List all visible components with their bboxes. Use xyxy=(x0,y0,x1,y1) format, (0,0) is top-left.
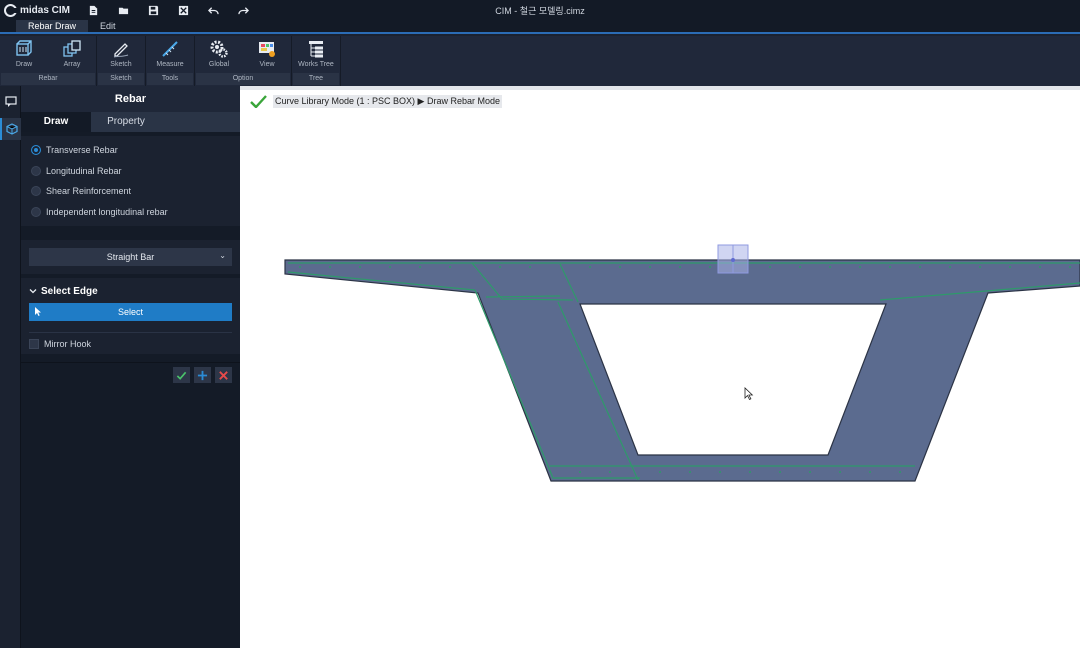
ribbon-group-tools: Measure Tools xyxy=(146,36,195,86)
array-button[interactable]: Array xyxy=(48,36,96,73)
ribbon-group-option: Global View Option xyxy=(195,36,292,86)
radio-button[interactable] xyxy=(31,145,41,156)
radio-button[interactable] xyxy=(31,186,41,197)
radio-button[interactable] xyxy=(31,206,41,217)
sketch-button[interactable]: Sketch xyxy=(97,36,145,73)
redo-icon[interactable] xyxy=(234,2,252,18)
panel-title: Rebar xyxy=(21,86,240,112)
close-icon xyxy=(219,370,228,380)
model-cube-icon[interactable] xyxy=(0,118,21,140)
measure-button[interactable]: Measure xyxy=(146,36,194,73)
midas-logo-icon xyxy=(4,3,18,17)
side-icon-strip xyxy=(0,86,21,648)
chat-bubble-icon[interactable] xyxy=(0,91,21,113)
open-folder-icon[interactable] xyxy=(114,2,132,18)
radio-independent-longitudinal-rebar[interactable]: Independent longitudinal rebar xyxy=(21,202,240,223)
save-icon[interactable] xyxy=(144,2,162,18)
quick-access-toolbar xyxy=(78,2,252,18)
apply-button[interactable] xyxy=(173,367,190,383)
title-bar: midas CIM CIM - 철근 모델링.cimz xyxy=(0,0,1080,20)
measure-icon xyxy=(162,41,178,57)
panel-tabs: Draw Property xyxy=(21,112,240,132)
array-icon xyxy=(63,40,81,57)
radio-longitudinal-rebar[interactable]: Longitudinal Rebar xyxy=(21,161,240,182)
chevron-down-icon: ⌄ xyxy=(219,251,226,260)
bar-shape-row: Straight Bar ⌄ xyxy=(21,240,240,274)
new-file-icon[interactable] xyxy=(84,2,102,18)
radio-button[interactable] xyxy=(31,165,41,176)
select-edge-section: Select Edge Select Mirror Hook xyxy=(21,278,240,354)
add-button[interactable] xyxy=(194,367,211,383)
pencil-sketch-icon xyxy=(113,43,129,58)
chevron-down-icon xyxy=(29,289,37,294)
rebar-panel: Rebar Draw Property Transverse Rebar Lon… xyxy=(21,86,240,648)
global-button[interactable]: Global xyxy=(195,36,243,73)
close-file-icon[interactable] xyxy=(174,2,192,18)
radio-shear-reinforcement[interactable]: Shear Reinforcement xyxy=(21,181,240,202)
check-icon xyxy=(176,371,187,380)
rebar-type-group: Transverse Rebar Longitudinal Rebar Shea… xyxy=(21,136,240,226)
cancel-button[interactable] xyxy=(215,367,232,383)
select-edge-button[interactable]: Select xyxy=(29,303,232,321)
mouse-cursor-icon xyxy=(744,387,754,401)
cube-draw-icon xyxy=(16,40,32,56)
ribbon: Draw Array Rebar Sketch Sketch Measure T… xyxy=(0,36,1080,86)
pointer-cursor-icon xyxy=(35,307,41,316)
works-tree-button[interactable]: Works Tree xyxy=(292,36,340,73)
radio-transverse-rebar[interactable]: Transverse Rebar xyxy=(21,140,240,161)
menu-bar: Rebar Draw Edit xyxy=(0,20,1080,34)
undo-icon[interactable] xyxy=(204,2,222,18)
ribbon-group-tree: Works Tree Tree xyxy=(292,36,341,86)
tab-rebar-draw[interactable]: Rebar Draw xyxy=(16,20,89,32)
gears-icon xyxy=(210,40,228,58)
mirror-hook-checkbox[interactable] xyxy=(29,338,39,349)
app-logo: midas CIM xyxy=(0,3,78,17)
ribbon-group-rebar: Draw Array Rebar xyxy=(0,36,97,86)
panel-actions xyxy=(21,362,240,383)
plus-icon xyxy=(197,370,208,380)
tree-list-icon xyxy=(309,41,323,58)
selection-marker[interactable] xyxy=(717,244,749,274)
app-name: midas CIM xyxy=(20,4,71,16)
tab-edit[interactable]: Edit xyxy=(88,20,128,32)
view-button[interactable]: View xyxy=(243,36,291,73)
tab-draw[interactable]: Draw xyxy=(21,112,91,132)
draw-button[interactable]: Draw xyxy=(0,36,48,73)
ribbon-group-sketch: Sketch Sketch xyxy=(97,36,146,86)
mirror-hook-row[interactable]: Mirror Hook xyxy=(29,332,232,350)
tab-property[interactable]: Property xyxy=(91,112,161,132)
bar-shape-dropdown[interactable]: Straight Bar ⌄ xyxy=(29,248,232,266)
palette-view-icon xyxy=(259,42,275,57)
select-edge-header[interactable]: Select Edge xyxy=(29,284,232,298)
psc-box-section[interactable] xyxy=(240,86,1080,648)
